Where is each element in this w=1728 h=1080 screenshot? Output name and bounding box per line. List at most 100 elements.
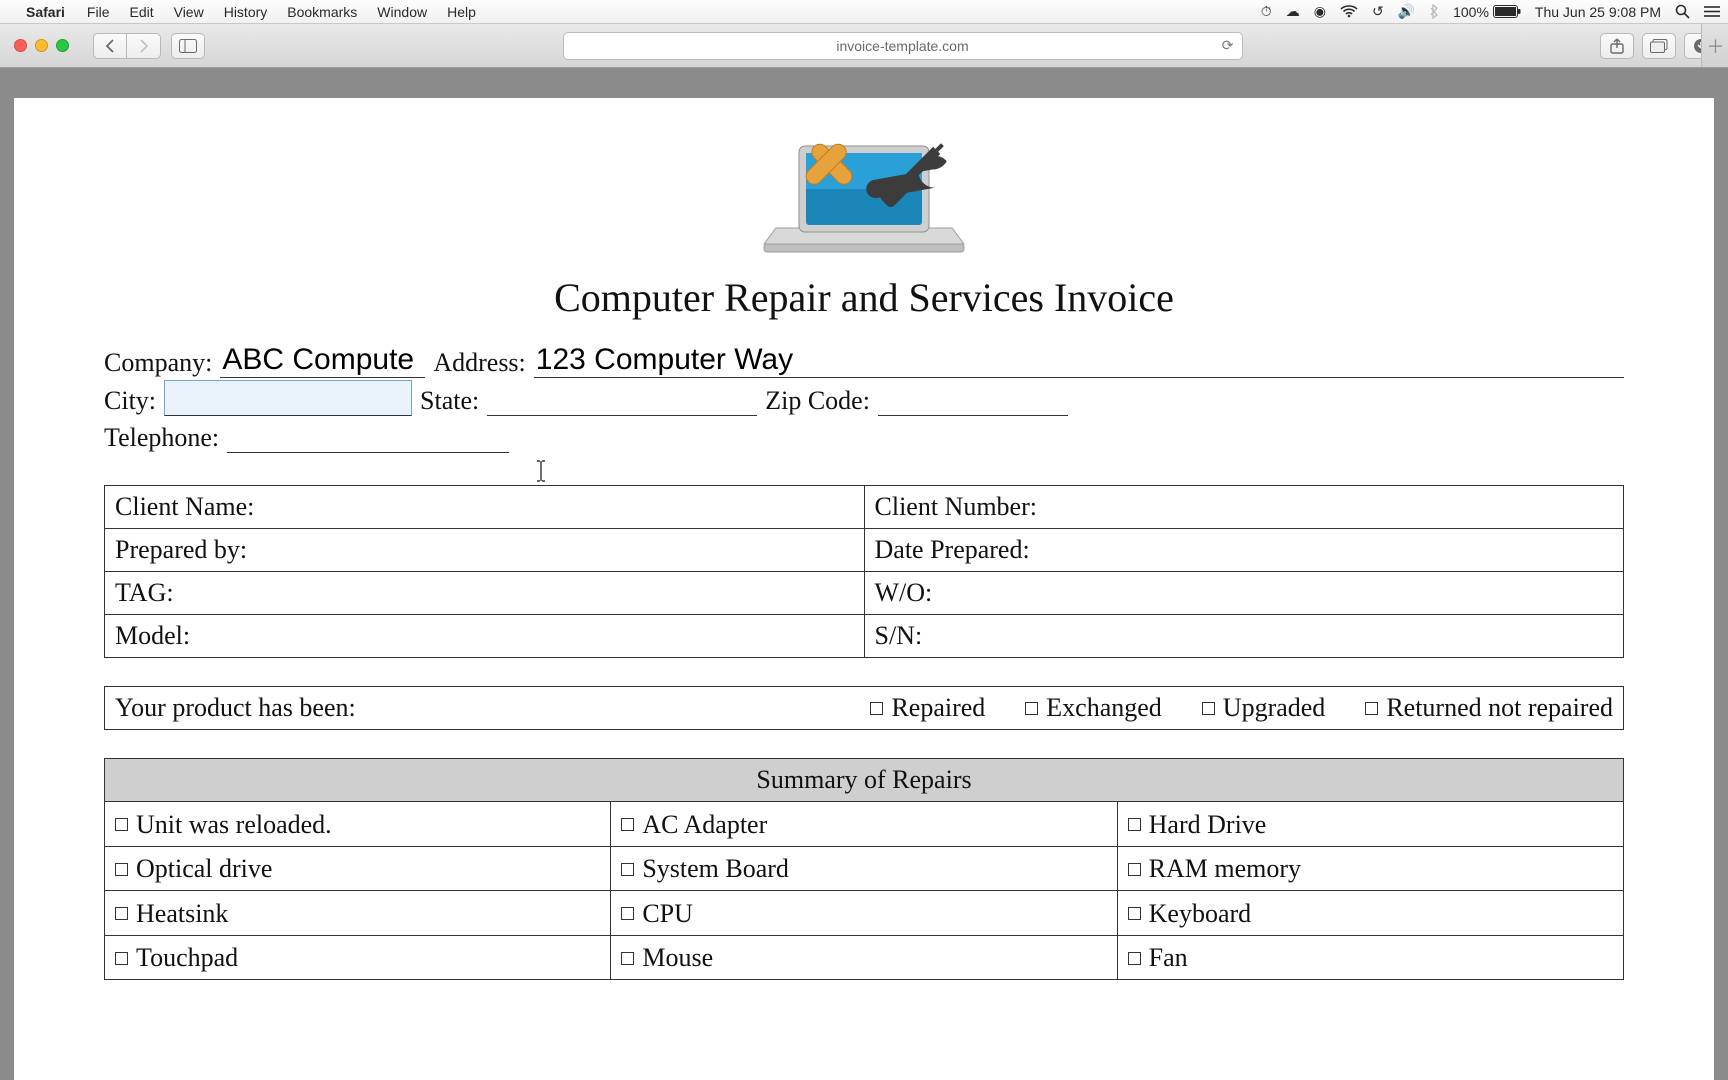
safari-toolbar: invoice-template.com ⟳ ＋	[0, 24, 1728, 68]
table-row: TAG: W/O:	[105, 572, 1624, 615]
table-row: Heatsink CPU Keyboard	[105, 891, 1624, 936]
product-status-table: Your product has been: Repaired Exchange…	[104, 686, 1624, 730]
cell-client-name[interactable]: Client Name:	[105, 486, 865, 529]
checkbox-label: Returned not repaired	[1386, 693, 1613, 723]
back-button[interactable]	[93, 33, 127, 59]
repair-cell[interactable]: AC Adapter	[611, 802, 1117, 847]
repair-label: CPU	[642, 899, 693, 929]
document-title: Computer Repair and Services Invoice	[104, 274, 1624, 321]
label-company: Company:	[104, 348, 212, 378]
repair-label: Touchpad	[136, 943, 238, 973]
cell-client-number[interactable]: Client Number:	[864, 486, 1624, 529]
status-lead: Your product has been:	[115, 693, 356, 723]
label-state: State:	[420, 386, 479, 416]
menu-window[interactable]: Window	[367, 4, 437, 20]
cell-model[interactable]: Model:	[105, 615, 865, 658]
sidebar-button[interactable]	[171, 33, 205, 59]
repair-cell[interactable]: Heatsink	[105, 891, 611, 936]
repair-cell[interactable]: Mouse	[611, 935, 1117, 980]
close-window-button[interactable]	[14, 39, 27, 52]
status-cell: Your product has been: Repaired Exchange…	[105, 687, 1624, 730]
table-row: Your product has been: Repaired Exchange…	[105, 687, 1624, 730]
menubar-status-area: ⏱ ☁ ◉ ↺ 🔊 100% Thu Jun 25 9:08 PM	[1261, 3, 1720, 20]
browser-viewport[interactable]: Computer Repair and Services Invoice Com…	[0, 68, 1728, 1080]
tabs-button[interactable]	[1642, 33, 1676, 59]
minimize-window-button[interactable]	[35, 39, 48, 52]
city-field[interactable]	[164, 380, 412, 416]
notification-center-icon[interactable]	[1704, 5, 1720, 18]
cell-wo[interactable]: W/O:	[864, 572, 1624, 615]
menu-history[interactable]: History	[214, 4, 278, 20]
app-name[interactable]: Safari	[26, 4, 77, 20]
repair-cell[interactable]: Optical drive	[105, 846, 611, 891]
repair-label: Optical drive	[136, 854, 272, 884]
repair-cell[interactable]: RAM memory	[1117, 846, 1623, 891]
checkbox-returned[interactable]: Returned not repaired	[1365, 693, 1613, 723]
spotlight-icon[interactable]	[1675, 4, 1690, 19]
record-icon[interactable]: ◉	[1314, 3, 1326, 20]
checkbox-repaired[interactable]: Repaired	[870, 693, 985, 723]
invoice-logo	[104, 126, 1624, 256]
repair-cell[interactable]: System Board	[611, 846, 1117, 891]
battery-percent: 100%	[1453, 4, 1489, 20]
text-cursor-icon	[534, 459, 1624, 481]
menu-edit[interactable]: Edit	[119, 4, 163, 20]
checkbox-label: Repaired	[891, 693, 985, 723]
timer-icon[interactable]: ⏱	[1261, 3, 1272, 20]
bluetooth-icon[interactable]	[1429, 4, 1439, 19]
checkbox-label: Upgraded	[1223, 693, 1326, 723]
table-row: Unit was reloaded. AC Adapter Hard Drive	[105, 802, 1624, 847]
label-address: Address:	[433, 348, 525, 378]
battery-status[interactable]: 100%	[1453, 4, 1521, 20]
state-field[interactable]	[487, 381, 757, 416]
label-zip: Zip Code:	[765, 386, 870, 416]
menu-help[interactable]: Help	[437, 4, 486, 20]
cell-sn[interactable]: S/N:	[864, 615, 1624, 658]
address-field[interactable]	[534, 343, 1624, 378]
table-row: Prepared by: Date Prepared:	[105, 529, 1624, 572]
summary-header: Summary of Repairs	[105, 759, 1624, 802]
fullscreen-window-button[interactable]	[56, 39, 69, 52]
nav-buttons	[93, 33, 161, 59]
timemachine-icon[interactable]: ↺	[1372, 3, 1384, 20]
company-field[interactable]	[220, 343, 425, 378]
invoice-document: Computer Repair and Services Invoice Com…	[14, 98, 1714, 1080]
repair-cell[interactable]: CPU	[611, 891, 1117, 936]
menubar-clock[interactable]: Thu Jun 25 9:08 PM	[1535, 4, 1661, 20]
menu-file[interactable]: File	[77, 4, 120, 20]
wifi-icon[interactable]	[1340, 5, 1358, 18]
cell-tag[interactable]: TAG:	[105, 572, 865, 615]
table-row: Model: S/N:	[105, 615, 1624, 658]
label-city: City:	[104, 386, 156, 416]
repair-cell[interactable]: Touchpad	[105, 935, 611, 980]
repair-label: Keyboard	[1149, 899, 1252, 929]
menu-view[interactable]: View	[164, 4, 214, 20]
repair-cell[interactable]: Unit was reloaded.	[105, 802, 611, 847]
share-button[interactable]	[1600, 33, 1634, 59]
menu-bookmarks[interactable]: Bookmarks	[277, 4, 367, 20]
zip-field[interactable]	[878, 381, 1068, 416]
repair-cell[interactable]: Hard Drive	[1117, 802, 1623, 847]
volume-icon[interactable]: 🔊	[1398, 3, 1415, 20]
address-bar[interactable]: invoice-template.com ⟳	[563, 32, 1243, 60]
checkbox-exchanged[interactable]: Exchanged	[1025, 693, 1162, 723]
url-text: invoice-template.com	[836, 38, 968, 54]
repair-cell[interactable]: Fan	[1117, 935, 1623, 980]
cloud-icon[interactable]: ☁	[1286, 3, 1300, 20]
checkbox-upgraded[interactable]: Upgraded	[1202, 693, 1326, 723]
repair-cell[interactable]: Keyboard	[1117, 891, 1623, 936]
cell-date-prepared[interactable]: Date Prepared:	[864, 529, 1624, 572]
client-info-table: Client Name: Client Number: Prepared by:…	[104, 485, 1624, 658]
summary-of-repairs-table: Summary of Repairs Unit was reloaded. AC…	[104, 758, 1624, 980]
repair-label: Fan	[1149, 943, 1188, 973]
telephone-field[interactable]	[227, 418, 509, 453]
repair-label: AC Adapter	[642, 810, 767, 840]
cell-prepared-by[interactable]: Prepared by:	[105, 529, 865, 572]
reload-icon[interactable]: ⟳	[1222, 37, 1234, 54]
checkbox-label: Exchanged	[1046, 693, 1162, 723]
repair-label: RAM memory	[1149, 854, 1301, 884]
forward-button[interactable]	[127, 33, 161, 59]
repair-label: Unit was reloaded.	[136, 810, 332, 840]
new-tab-button[interactable]: ＋	[1701, 24, 1728, 67]
table-row: Summary of Repairs	[105, 759, 1624, 802]
